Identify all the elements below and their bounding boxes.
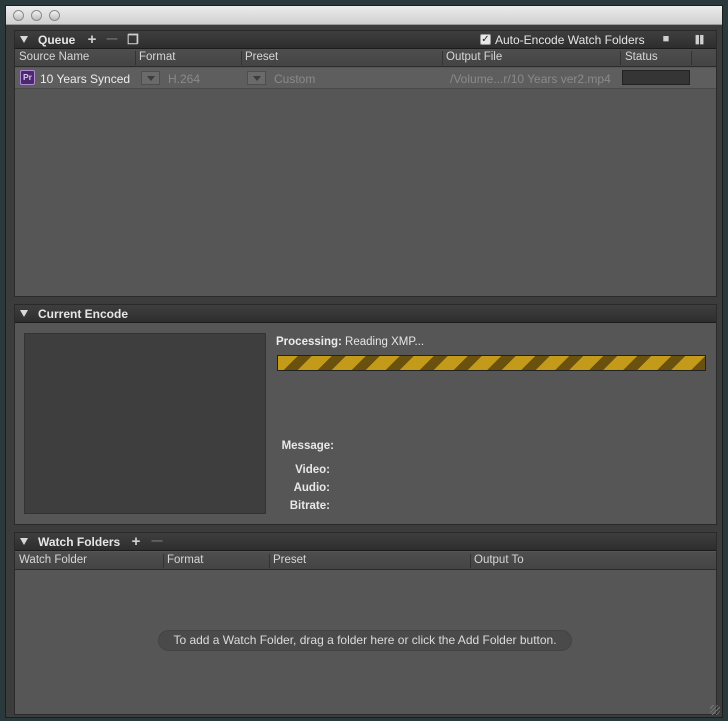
collapse-triangle-icon[interactable]	[20, 538, 28, 545]
encode-progress-bar	[277, 355, 706, 371]
close-window-button[interactable]	[13, 10, 24, 21]
add-icon[interactable]: +	[84, 32, 100, 48]
video-label: Video:	[295, 464, 330, 476]
processing-status: Processing: Reading XMP...	[276, 336, 424, 348]
column-output-file[interactable]: Output File	[446, 51, 502, 63]
encode-preview	[24, 333, 266, 514]
column-preset[interactable]: Preset	[273, 554, 306, 566]
pause-queue-icon[interactable]: ❚❚	[690, 32, 706, 48]
add-watch-folder-hint: To add a Watch Folder, drag a folder her…	[158, 630, 572, 651]
resize-grip-icon[interactable]	[710, 705, 720, 715]
queue-title: Queue	[38, 33, 76, 47]
auto-encode-label[interactable]: Auto-Encode Watch Folders	[495, 33, 645, 47]
bitrate-label: Bitrate:	[289, 500, 330, 512]
stop-queue-icon[interactable]: ■	[658, 32, 674, 48]
queue-row[interactable]: Pr 10 Years Synced H.264 Custom /Volume.…	[15, 68, 716, 89]
remove-icon[interactable]: —	[104, 32, 120, 48]
app-window: Queue + — ❐ ✓ Auto-Encode Watch Folders …	[5, 5, 723, 718]
preset-cell[interactable]: Custom	[274, 72, 315, 86]
duplicate-icon[interactable]: ❐	[125, 32, 141, 48]
column-preset[interactable]: Preset	[245, 51, 278, 63]
queue-column-header: Source Name Format Preset Output File St…	[15, 49, 716, 67]
encode-progress-fill	[278, 356, 705, 370]
column-output-to[interactable]: Output To	[474, 554, 524, 566]
queue-panel: Queue + — ❐ ✓ Auto-Encode Watch Folders …	[14, 30, 717, 297]
premiere-pro-icon: Pr	[20, 70, 35, 85]
processing-label: Processing:	[276, 336, 342, 348]
column-format[interactable]: Format	[139, 51, 175, 63]
column-status[interactable]: Status	[625, 51, 658, 63]
source-name-cell: 10 Years Synced	[40, 72, 131, 86]
zoom-window-button[interactable]	[49, 10, 60, 21]
message-label: Message:	[281, 440, 334, 452]
watch-folders-header: Watch Folders + —	[15, 533, 716, 551]
add-folder-icon[interactable]: +	[128, 534, 144, 550]
current-encode-header: Current Encode	[15, 305, 716, 323]
title-bar	[6, 6, 722, 25]
watch-folders-column-header: Watch Folder Format Preset Output To	[15, 552, 716, 570]
collapse-triangle-icon[interactable]	[20, 36, 28, 43]
watch-folders-panel: Watch Folders + — Watch Folder Format Pr…	[14, 532, 717, 715]
audio-label: Audio:	[293, 482, 330, 494]
auto-encode-checkbox[interactable]: ✓	[480, 34, 491, 45]
column-source-name[interactable]: Source Name	[19, 51, 89, 63]
watch-folders-title: Watch Folders	[38, 535, 121, 549]
format-dropdown-arrow[interactable]	[141, 71, 160, 85]
preset-dropdown-arrow[interactable]	[247, 71, 266, 85]
current-encode-panel: Current Encode Processing: Reading XMP..…	[14, 304, 717, 525]
column-watch-folder[interactable]: Watch Folder	[19, 554, 87, 566]
remove-folder-icon[interactable]: —	[149, 534, 165, 550]
minimize-window-button[interactable]	[31, 10, 42, 21]
format-cell[interactable]: H.264	[168, 72, 200, 86]
processing-value: Reading XMP...	[345, 336, 425, 348]
current-encode-title: Current Encode	[38, 307, 129, 321]
collapse-triangle-icon[interactable]	[20, 310, 28, 317]
column-format[interactable]: Format	[167, 554, 203, 566]
queue-header: Queue + — ❐ ✓ Auto-Encode Watch Folders …	[15, 31, 716, 49]
output-file-cell[interactable]: /Volume...r/10 Years ver2.mp4	[450, 72, 611, 86]
status-cell	[622, 70, 690, 85]
